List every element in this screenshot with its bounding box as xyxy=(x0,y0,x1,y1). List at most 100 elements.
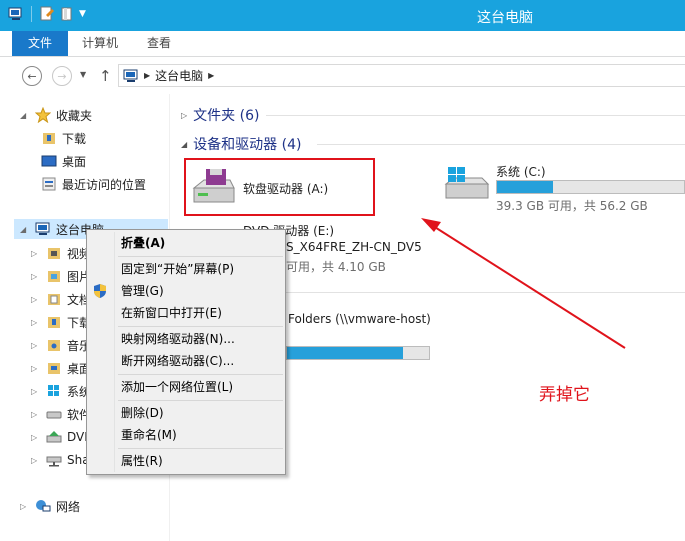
collapsed-triangle-icon[interactable]: ▷ xyxy=(31,456,41,465)
system-drive-label[interactable]: 系统 (C:) xyxy=(496,163,546,180)
title-bar: ▼ 这台电脑 xyxy=(0,0,685,31)
network-drive-icon xyxy=(46,456,62,467)
downloads-folder-icon xyxy=(48,317,60,328)
forward-button[interactable]: → xyxy=(52,66,72,86)
breadcrumb-chevron-icon[interactable]: ▶ xyxy=(208,71,214,80)
menu-item-collapse[interactable]: 折叠(A) xyxy=(90,232,282,254)
desktop-icon xyxy=(41,155,57,167)
nav-child[interactable]: ▷ 视频 xyxy=(31,243,91,263)
group-title: 文件夹 (6) xyxy=(193,108,260,124)
nav-child[interactable]: ▷ 图片 xyxy=(31,266,91,286)
menu-separator xyxy=(118,326,283,327)
annotation-text: 弄掉它 xyxy=(539,385,590,405)
usage-fill xyxy=(497,181,554,193)
up-arrow-icon[interactable]: ↑ xyxy=(99,67,112,85)
collapsed-triangle-icon[interactable]: ▷ xyxy=(31,295,41,304)
nav-child[interactable]: ▷ 文档 xyxy=(31,289,91,309)
collapsed-triangle-icon[interactable]: ▷ xyxy=(31,341,41,350)
documents-folder-icon xyxy=(48,294,60,305)
quick-access-toolbar: ▼ xyxy=(8,6,86,22)
dvd-drive-icon xyxy=(46,431,62,443)
collapsed-triangle-icon[interactable]: ▷ xyxy=(31,364,41,373)
group-title: 设备和驱动器 (4) xyxy=(193,137,302,153)
toolbar-separator xyxy=(31,6,32,22)
menu-item-add-network-location[interactable]: 添加一个网络位置(L) xyxy=(90,376,282,398)
address-bar[interactable]: ▶ 这台电脑 ▶ xyxy=(118,64,685,87)
menu-item-properties[interactable]: 属性(R) xyxy=(90,450,282,472)
nav-child[interactable]: ▷ 下载 xyxy=(31,312,91,332)
nav-child[interactable]: ▷ 音乐 xyxy=(31,335,91,355)
floppy-drive-label[interactable]: 软盘驱动器 (A:) xyxy=(243,180,328,197)
breadcrumb-chevron-icon[interactable]: ▶ xyxy=(144,71,150,80)
tab-view[interactable]: 查看 xyxy=(135,31,183,56)
menu-item-disconnect-network-drive[interactable]: 断开网络驱动器(C)... xyxy=(90,350,282,372)
nav-child[interactable]: ▷ DVD xyxy=(31,427,93,447)
expanded-chevron-icon[interactable]: ◢ xyxy=(181,140,187,149)
breadcrumb-this-pc[interactable]: 这台电脑 xyxy=(155,67,203,84)
back-button[interactable]: ← xyxy=(22,66,42,86)
nav-child[interactable]: ▷ Shar xyxy=(31,450,95,470)
menu-item-rename[interactable]: 重命名(M) xyxy=(90,424,282,446)
expanded-triangle-icon[interactable]: ◢ xyxy=(20,111,30,120)
menu-item-open-new-window[interactable]: 在新窗口中打开(E) xyxy=(90,302,282,324)
ribbon-tabs: 文件 计算机 查看 xyxy=(0,31,685,57)
group-divider xyxy=(286,292,685,293)
hard-drive-icon xyxy=(46,411,62,419)
collapsed-triangle-icon[interactable]: ▷ xyxy=(31,318,41,327)
group-header-drives[interactable]: ◢ 设备和驱动器 (4) xyxy=(181,134,301,154)
customize-dropdown-icon[interactable]: ▼ xyxy=(79,9,86,19)
expanded-triangle-icon[interactable]: ◢ xyxy=(20,225,30,234)
properties-icon[interactable] xyxy=(39,6,55,22)
system-drive-usage-bar xyxy=(496,180,685,194)
usage-fill xyxy=(287,347,404,359)
computer-icon xyxy=(35,222,50,235)
collapsed-triangle-icon[interactable]: ▷ xyxy=(31,249,41,258)
menu-separator xyxy=(118,448,283,449)
context-menu: 折叠(A) 固定到“开始”屏幕(P) 管理(G) 在新窗口中打开(E) 映射网络… xyxy=(86,229,286,475)
dvd-drive-space: 可用，共 4.10 GB xyxy=(286,260,386,274)
nav-favorites-desktop[interactable]: 桌面 xyxy=(41,151,86,171)
shared-folders-usage-bar xyxy=(286,346,430,360)
nav-network[interactable]: ▷ 网络 xyxy=(20,496,80,516)
nav-child[interactable]: ▷ 软件 xyxy=(31,404,91,424)
collapsed-triangle-icon[interactable]: ▷ xyxy=(31,433,41,442)
menu-item-map-network-drive[interactable]: 映射网络驱动器(N)... xyxy=(90,328,282,350)
computer-icon[interactable] xyxy=(8,6,24,22)
downloads-folder-icon xyxy=(43,133,55,144)
nav-child[interactable]: ▷ 系统 xyxy=(31,381,91,401)
group-header-folders[interactable]: ▷ 文件夹 (6) xyxy=(181,105,259,125)
collapsed-triangle-icon[interactable]: ▷ xyxy=(31,387,41,396)
group-divider xyxy=(266,115,685,116)
shared-folders-label[interactable]: Folders (\\vmware-host) xyxy=(288,312,431,326)
nav-favorites[interactable]: ◢ 收藏夹 xyxy=(20,105,92,125)
recent-locations-dropdown-icon[interactable]: ▼ xyxy=(80,70,86,79)
menu-item-manage[interactable]: 管理(G) xyxy=(90,280,282,302)
menu-separator xyxy=(118,374,283,375)
pictures-folder-icon xyxy=(48,271,60,282)
nav-label: 最近访问的位置 xyxy=(62,177,147,192)
collapsed-triangle-icon[interactable]: ▷ xyxy=(31,410,41,419)
collapsed-triangle-icon[interactable]: ▷ xyxy=(20,502,30,511)
nav-favorites-recent[interactable]: 最近访问的位置 xyxy=(41,174,146,194)
new-folder-icon[interactable] xyxy=(59,6,75,22)
nav-label: 网络 xyxy=(56,499,81,514)
computer-icon xyxy=(123,69,138,82)
menu-item-pin-to-start[interactable]: 固定到“开始”屏幕(P) xyxy=(90,258,282,280)
system-drive-space: 39.3 GB 可用，共 56.2 GB xyxy=(496,199,648,213)
tab-file[interactable]: 文件 xyxy=(12,31,68,56)
network-icon xyxy=(36,500,51,512)
dvd-drive-volume: S_X64FRE_ZH-CN_DV5 xyxy=(286,240,422,254)
collapsed-triangle-icon[interactable]: ▷ xyxy=(31,272,41,281)
window-title: 这台电脑 xyxy=(477,10,533,26)
tab-computer[interactable]: 计算机 xyxy=(70,31,130,56)
uac-shield-icon xyxy=(94,284,106,298)
group-divider xyxy=(317,144,685,145)
music-folder-icon xyxy=(48,340,60,351)
nav-favorites-downloads[interactable]: 下载 xyxy=(41,128,86,148)
collapsed-chevron-icon[interactable]: ▷ xyxy=(181,111,187,120)
menu-item-delete[interactable]: 删除(D) xyxy=(90,402,282,424)
system-drive-icon[interactable] xyxy=(444,166,490,202)
arrow-left-icon: ← xyxy=(27,69,37,83)
nav-child[interactable]: ▷ 桌面 xyxy=(31,358,91,378)
floppy-drive-icon[interactable] xyxy=(190,166,238,206)
